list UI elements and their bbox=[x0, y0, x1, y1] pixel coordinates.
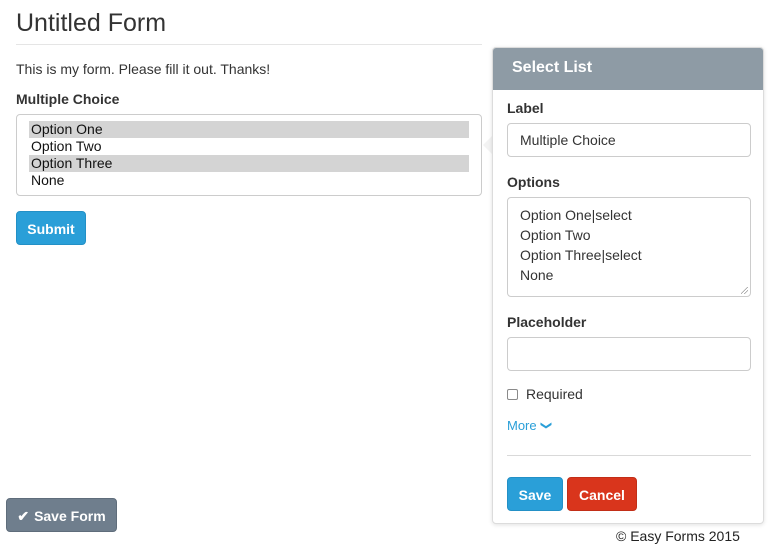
select-option-three[interactable]: Option Three bbox=[29, 155, 469, 172]
field-settings-panel: Select List Label Options Option One|sel… bbox=[492, 47, 764, 524]
field-label: Multiple Choice bbox=[16, 91, 120, 107]
options-line: None bbox=[520, 267, 554, 283]
more-link[interactable]: More ❯ bbox=[507, 418, 552, 433]
check-icon: ✔ bbox=[17, 508, 30, 524]
placeholder-input[interactable] bbox=[507, 337, 751, 371]
select-option-one[interactable]: Option One bbox=[29, 121, 469, 138]
cancel-button[interactable]: Cancel bbox=[567, 477, 637, 511]
options-textarea[interactable]: Option One|select Option Two Option Thre… bbox=[507, 197, 751, 297]
chevron-down-icon: ❯ bbox=[539, 420, 552, 431]
save-form-label: Save Form bbox=[34, 508, 106, 524]
required-checkbox[interactable] bbox=[507, 388, 518, 400]
save-form-button[interactable]: ✔ Save Form bbox=[6, 498, 117, 532]
form-description: This is my form. Please fill it out. Tha… bbox=[16, 61, 271, 77]
required-row[interactable]: Required bbox=[507, 386, 583, 402]
resize-handle[interactable] bbox=[741, 287, 748, 294]
save-button[interactable]: Save bbox=[507, 477, 563, 511]
placeholder-heading: Placeholder bbox=[507, 314, 587, 330]
options-line: Option Two bbox=[520, 227, 591, 243]
more-label: More bbox=[507, 418, 537, 433]
select-option-none[interactable]: None bbox=[29, 172, 469, 189]
label-heading: Label bbox=[507, 100, 544, 116]
multiple-choice-select[interactable]: Option One Option Two Option Three None bbox=[16, 114, 482, 196]
options-line: Option One|select bbox=[520, 207, 632, 223]
divider bbox=[507, 455, 751, 456]
select-option-two[interactable]: Option Two bbox=[29, 138, 469, 155]
label-input[interactable] bbox=[507, 123, 751, 157]
options-line: Option Three|select bbox=[520, 247, 642, 263]
required-label: Required bbox=[526, 386, 583, 402]
footer-copyright: © Easy Forms 2015 bbox=[616, 528, 740, 544]
panel-pointer bbox=[483, 136, 492, 154]
options-heading: Options bbox=[507, 174, 560, 190]
submit-button[interactable]: Submit bbox=[16, 211, 86, 245]
form-title: Untitled Form bbox=[16, 8, 482, 45]
panel-title: Select List bbox=[493, 48, 763, 90]
